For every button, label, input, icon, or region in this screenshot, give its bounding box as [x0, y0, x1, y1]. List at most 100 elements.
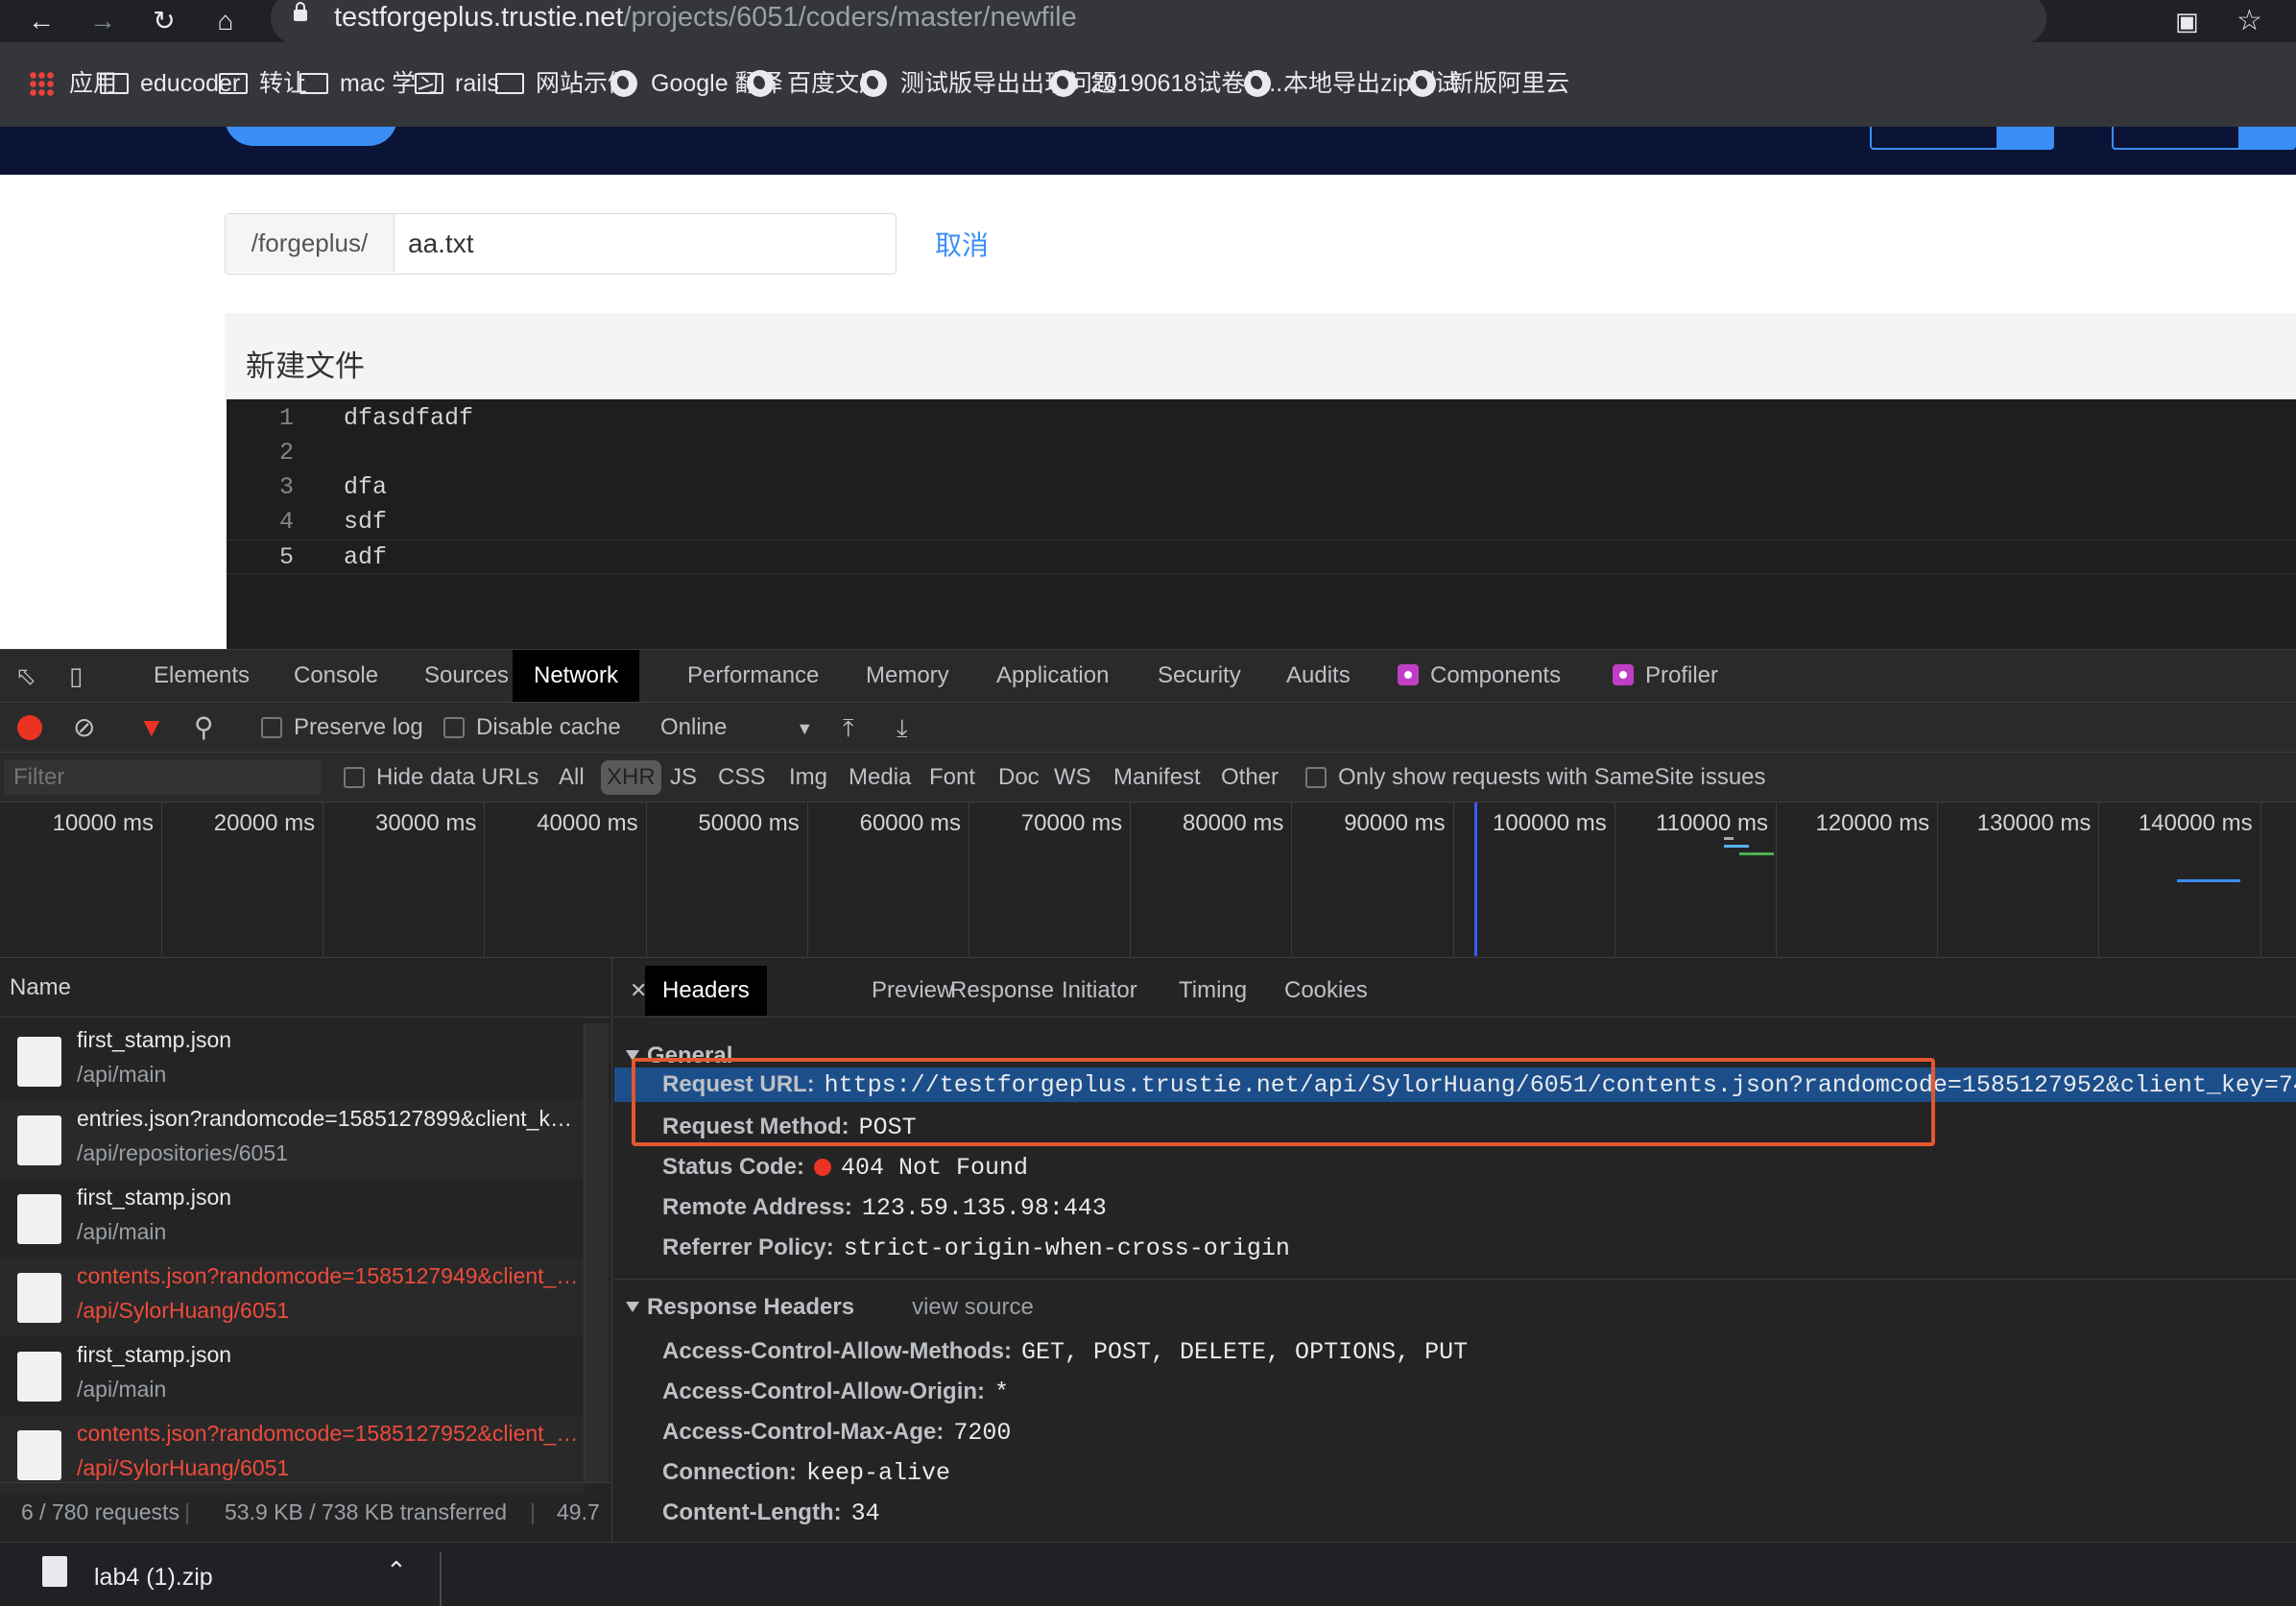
request-row[interactable]: contents.json?randomcode=1585127949&clie…: [0, 1258, 584, 1336]
bookmark-5[interactable]: rails: [415, 67, 499, 100]
timeline-tick-label: 20000 ms: [213, 810, 316, 836]
request-row[interactable]: entries.json?randomcode=1585127899&clien…: [0, 1100, 584, 1179]
header-button[interactable]: [225, 127, 397, 146]
file-icon: [17, 1037, 61, 1087]
detail-tab-headers[interactable]: Headers: [645, 966, 767, 1016]
line-text: dfasdfadf: [344, 404, 474, 432]
timeline-gridline: [1130, 803, 1132, 956]
file-icon: [17, 1115, 61, 1165]
filter-input[interactable]: [4, 760, 321, 795]
detail-tab-initiator[interactable]: Initiator: [1062, 966, 1137, 1016]
devtools-tab-audits[interactable]: Audits: [1286, 650, 1351, 702]
preserve-log-checkbox[interactable]: Preserve log: [261, 703, 423, 753]
filter-type-other[interactable]: Other: [1221, 753, 1279, 803]
filter-type-css[interactable]: CSS: [718, 753, 765, 803]
devtools-tab-components[interactable]: Components: [1398, 650, 1561, 702]
record-icon[interactable]: [17, 703, 42, 753]
response-header-row: Access-Control-Allow-Methods: GET, POST, …: [662, 1338, 1469, 1366]
name-column-header[interactable]: Name: [0, 958, 610, 1018]
folder-icon: [415, 73, 443, 94]
translate-icon[interactable]: ▣: [2175, 4, 2199, 38]
header-fork-button[interactable]: [2112, 127, 2296, 150]
timeline-tick-label: 30000 ms: [374, 810, 477, 836]
code-editor[interactable]: 1 dfasdfadf 2 3 dfa 4 sdf 5 adf: [227, 399, 2296, 649]
bookmark-star-icon[interactable]: ☆: [2236, 4, 2262, 38]
devtools-tab-network[interactable]: Network: [513, 650, 640, 702]
request-list-panel: Name first_stamp.json/api/main entries.js…: [0, 958, 612, 1542]
lock-icon: [294, 2, 307, 21]
request-row[interactable]: first_stamp.json/api/main: [0, 1336, 584, 1415]
devtools-tab-performance[interactable]: Performance: [687, 650, 819, 702]
editor-line[interactable]: 1 dfasdfadf: [227, 401, 2296, 436]
bookmark-3[interactable]: 转让: [219, 67, 307, 100]
request-path: /api/main: [77, 1377, 167, 1402]
devtools-tab-memory[interactable]: Memory: [866, 650, 949, 702]
file-name-input[interactable]: [408, 214, 878, 273]
globe-icon: [860, 70, 887, 97]
response-headers-section-toggle[interactable]: Response Headers view source: [626, 1294, 1034, 1321]
devtools-tab-console[interactable]: Console: [294, 650, 378, 702]
detail-tab-timing[interactable]: Timing: [1179, 966, 1247, 1016]
response-header-row: Access-Control-Allow-Origin: *: [662, 1378, 1010, 1406]
timeline-tick-label: 60000 ms: [859, 810, 961, 836]
detail-tab-cookies[interactable]: Cookies: [1284, 966, 1368, 1016]
timeline-gridline: [1614, 803, 1615, 956]
chevron-up-icon[interactable]: ⌃: [386, 1556, 407, 1586]
filter-type-manifest[interactable]: Manifest: [1113, 753, 1201, 803]
filter-type-js[interactable]: JS: [670, 753, 697, 803]
network-timeline[interactable]: 10000 ms 20000 ms 30000 ms 40000 ms 50000 ms…: [0, 803, 2296, 958]
devtools-tab-application[interactable]: Application: [996, 650, 1109, 702]
request-row[interactable]: first_stamp.json/api/main: [0, 1179, 584, 1258]
devtools-tab-elements[interactable]: Elements: [154, 650, 250, 702]
address-bar[interactable]: testforgeplus.trustie.net/projects/6051/…: [271, 0, 2046, 44]
file-icon: [17, 1430, 61, 1480]
filter-type-media[interactable]: Media: [849, 753, 911, 803]
export-har-icon[interactable]: ⤓: [897, 703, 908, 753]
clear-icon[interactable]: ⊘: [73, 703, 95, 753]
download-file-name[interactable]: lab4 (1).zip: [94, 1564, 213, 1592]
detail-tab-response[interactable]: Response: [950, 966, 1054, 1016]
header-watch-button[interactable]: [1870, 127, 2054, 150]
inspect-element-icon[interactable]: ⬁: [15, 650, 36, 702]
file-icon: [17, 1273, 61, 1323]
disable-cache-checkbox[interactable]: Disable cache: [443, 703, 621, 753]
filter-type-img[interactable]: Img: [789, 753, 827, 803]
editor-line[interactable]: 3 dfa: [227, 470, 2296, 505]
device-toolbar-icon[interactable]: ▯: [69, 650, 83, 702]
editor-line[interactable]: 2: [227, 436, 2296, 470]
filter-type-font[interactable]: Font: [929, 753, 975, 803]
throttling-select[interactable]: Online ▼: [660, 703, 813, 753]
home-icon[interactable]: ⌂: [209, 4, 242, 38]
filter-type-only-show-requests-with-samesite-issues[interactable]: Only show requests with SameSite issues: [1305, 753, 1766, 803]
import-har-icon[interactable]: ⤒: [843, 703, 854, 753]
devtools-tab-sources[interactable]: Sources: [424, 650, 509, 702]
bookmark-label: rails: [455, 70, 499, 97]
editor-line[interactable]: 4 sdf: [227, 505, 2296, 539]
filter-icon[interactable]: ▼: [138, 703, 165, 753]
reload-icon[interactable]: ↻: [148, 4, 180, 38]
back-icon[interactable]: ←: [25, 4, 58, 38]
filter-type-doc[interactable]: Doc: [998, 753, 1040, 803]
request-path: /api/SylorHuang/6051: [77, 1298, 290, 1323]
view-source-link[interactable]: view source: [912, 1294, 1034, 1320]
globe-icon: [610, 70, 637, 97]
filter-type-xhr[interactable]: XHR: [601, 760, 661, 795]
devtools-tab-profiler[interactable]: Profiler: [1613, 650, 1718, 702]
filter-type-all[interactable]: All: [559, 753, 585, 803]
devtools-tabs: ⬁ ▯ Elements Console Sources Network Perform…: [0, 649, 2296, 703]
filter-type-ws[interactable]: WS: [1054, 753, 1091, 803]
filter-type-hide-data-urls[interactable]: Hide data URLs: [344, 753, 538, 803]
search-icon[interactable]: ⚲: [194, 703, 214, 753]
detail-tab-preview[interactable]: Preview: [872, 966, 953, 1016]
filter-row: Hide data URLs All XHR JS CSS Img Media Font Doc…: [0, 753, 2296, 803]
forward-icon[interactable]: →: [86, 4, 119, 38]
devtools-tab-security[interactable]: Security: [1158, 650, 1241, 702]
request-name: contents.json?randomcode=1585127949&clie…: [77, 1263, 584, 1288]
address-url[interactable]: testforgeplus.trustie.net/projects/6051/…: [334, 2, 1077, 34]
cancel-link[interactable]: 取消: [935, 225, 989, 263]
request-row[interactable]: first_stamp.json/api/main: [0, 1021, 584, 1100]
timeline-gridline: [1452, 803, 1454, 956]
bookmark-12[interactable]: 新版阿里云: [1409, 67, 1569, 100]
request-list-scrollbar[interactable]: [584, 1023, 609, 1482]
editor-line[interactable]: 5 adf: [227, 539, 2296, 574]
